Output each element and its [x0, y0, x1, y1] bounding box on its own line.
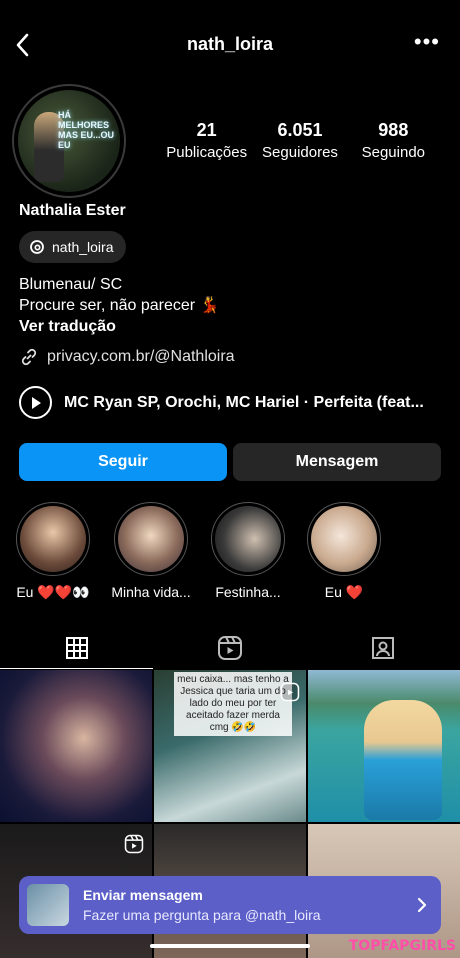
send-message-banner[interactable]: Enviar mensagem Fazer uma pergunta para …	[19, 876, 441, 934]
message-button[interactable]: Mensagem	[233, 443, 441, 481]
bio: Blumenau/ SC Procure ser, não parecer 💃 …	[19, 274, 219, 337]
post-thumbnail[interactable]	[308, 670, 460, 822]
stat-value: 6.051	[277, 120, 323, 140]
reel-indicator-icon	[124, 834, 144, 854]
highlight-item[interactable]: Minha vida...	[106, 502, 196, 600]
chevron-right-icon	[417, 897, 427, 913]
stat-label: Publicações	[166, 144, 248, 161]
post-thumbnail[interactable]: meu caixa... mas tenho a Jessica que tar…	[154, 670, 306, 822]
highlight-item[interactable]: Festinha...	[203, 502, 293, 600]
tab-tagged[interactable]	[306, 628, 459, 668]
tagged-icon	[371, 637, 394, 659]
home-indicator[interactable]	[150, 944, 310, 948]
profile-tabs	[0, 628, 460, 669]
highlight-item[interactable]: Eu ❤️	[299, 502, 389, 601]
highlight-ring	[16, 502, 90, 576]
bio-line: Blumenau/ SC	[19, 276, 123, 293]
reel-indicator-icon	[280, 682, 300, 702]
banner-title: Enviar mensagem	[83, 887, 203, 903]
highlight-cover	[311, 506, 377, 572]
play-icon[interactable]	[19, 386, 52, 419]
page-title: nath_loira	[186, 34, 274, 54]
translate-link[interactable]: Ver tradução	[19, 316, 219, 337]
highlight-label: Minha vida...	[111, 584, 191, 600]
threads-handle: nath_loira	[52, 239, 114, 255]
status-bar	[0, 0, 460, 20]
bio-line: Procure ser, não parecer 💃	[19, 297, 220, 314]
profile-header: nath_loira •••	[0, 24, 460, 68]
threads-icon	[30, 240, 44, 254]
tab-posts[interactable]	[0, 628, 153, 669]
stat-label: Seguindo	[361, 144, 426, 161]
highlight-ring	[114, 502, 188, 576]
profile-stats: 21 Publicações 6.051 Seguidores 988 Segu…	[160, 120, 440, 161]
stat-label: Seguidores	[262, 144, 338, 161]
stat-value: 988	[378, 120, 409, 140]
profile-name: Nathalia Ester	[19, 202, 126, 219]
link-text: privacy.com.br/@Nathloira	[47, 348, 235, 365]
highlight-ring	[307, 502, 381, 576]
highlight-cover	[215, 506, 281, 572]
reels-icon	[217, 636, 242, 660]
banner-thumbnail	[27, 884, 69, 926]
profile-link[interactable]: privacy.com.br/@Nathloira	[19, 347, 235, 367]
highlight-label: Festinha...	[215, 584, 281, 600]
music-title: MC Ryan SP, Orochi, MC Hariel · Perfeita…	[64, 393, 424, 411]
grid-icon	[65, 637, 88, 659]
stat-following[interactable]: 988 Seguindo	[347, 120, 440, 161]
tab-reels[interactable]	[153, 628, 306, 668]
avatar-neon-sign: HÁ MELHORES MAS EU...OU EU	[58, 110, 115, 150]
post-figure	[364, 700, 442, 820]
highlight-ring	[211, 502, 285, 576]
threads-badge[interactable]: nath_loira	[19, 231, 126, 263]
profile-music[interactable]: MC Ryan SP, Orochi, MC Hariel · Perfeita…	[19, 386, 443, 419]
banner-subtitle: Fazer uma pergunta para @nath_loira	[83, 907, 321, 923]
stat-followers[interactable]: 6.051 Seguidores	[253, 120, 346, 161]
highlight-label: Eu ❤️❤️👀	[16, 584, 90, 600]
post-caption-overlay: meu caixa... mas tenho a Jessica que tar…	[174, 672, 292, 736]
more-options-icon[interactable]: •••	[414, 31, 440, 53]
follow-button[interactable]: Seguir	[19, 443, 227, 481]
stat-posts[interactable]: 21 Publicações	[160, 120, 253, 161]
avatar-photo: HÁ MELHORES MAS EU...OU EU	[18, 90, 120, 192]
watermark: TOPFAPGIRLS	[348, 938, 456, 954]
highlight-cover	[118, 506, 184, 572]
highlight-item[interactable]: Eu ❤️❤️👀	[8, 502, 98, 601]
stat-value: 21	[196, 120, 217, 140]
highlight-label: Eu ❤️	[324, 584, 364, 600]
post-thumbnail[interactable]	[0, 670, 152, 822]
link-icon	[21, 348, 37, 366]
highlight-cover	[20, 506, 86, 572]
avatar[interactable]: HÁ MELHORES MAS EU...OU EU	[12, 84, 126, 198]
